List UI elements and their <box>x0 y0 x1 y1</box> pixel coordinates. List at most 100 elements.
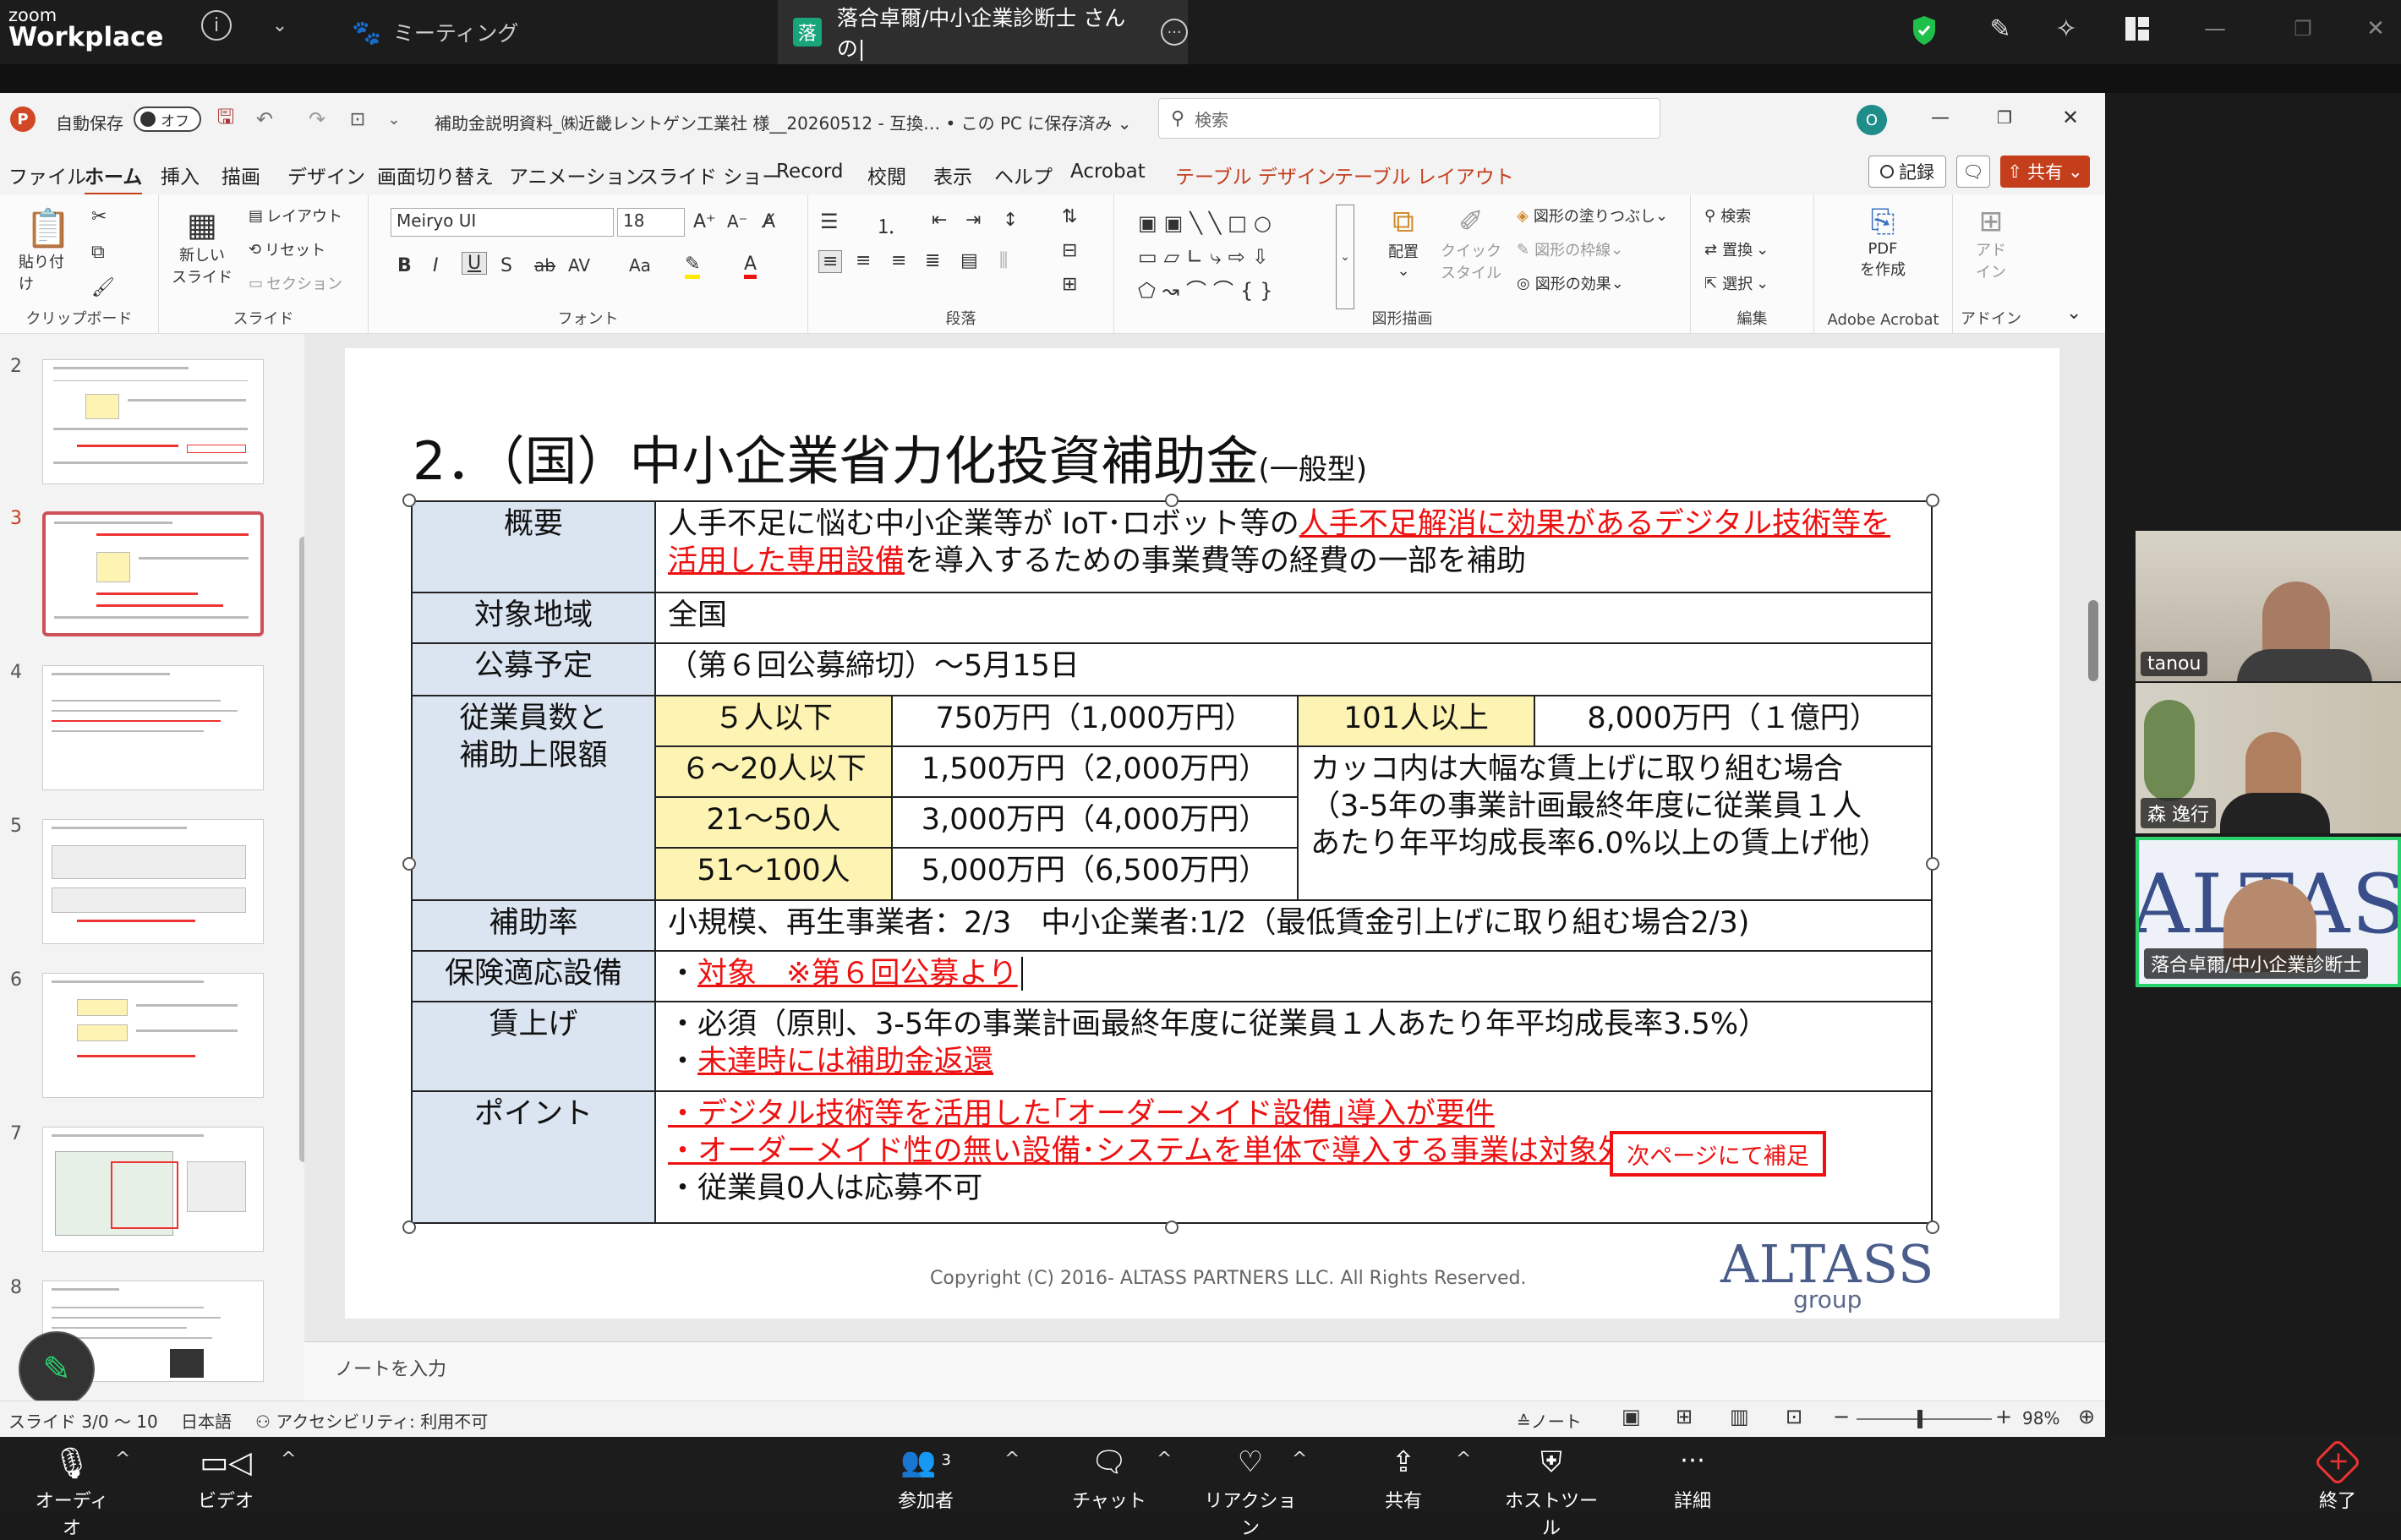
language[interactable]: 日本語 <box>181 1408 232 1433</box>
zoom-level[interactable]: 98% <box>2022 1408 2059 1428</box>
emp-amount-2[interactable]: 1,500万円（2,000万円） <box>891 745 1299 798</box>
autosave-toggle[interactable]: オフ <box>134 106 201 132</box>
emp-label-3[interactable]: 21～50人 <box>654 796 893 849</box>
minimize-icon[interactable]: — <box>2200 14 2230 44</box>
reading-view-icon[interactable]: ▥ <box>1730 1405 1749 1428</box>
video-options-icon[interactable]: ^ <box>281 1449 296 1470</box>
comment-icon[interactable]: 🗨 <box>1956 156 1990 188</box>
customize-qat-icon[interactable]: ⌄ <box>386 106 402 132</box>
ribbon-collapse-icon[interactable]: ⌄ <box>2066 303 2081 324</box>
slide-thumbnail-4[interactable] <box>42 665 264 790</box>
strike-icon[interactable]: ab <box>534 255 555 276</box>
shape-outline-button[interactable]: ✎ 図形の枠線 ⌄ <box>1517 238 1623 260</box>
tab-review[interactable]: 校閲 <box>867 161 906 189</box>
pen-icon[interactable]: ✎ <box>1983 12 2017 46</box>
resize-handle[interactable] <box>402 1221 416 1234</box>
underline-icon[interactable]: U <box>462 252 488 275</box>
reactions-options-icon[interactable]: ^ <box>1292 1449 1307 1470</box>
font-size-select[interactable]: 18 <box>617 208 685 237</box>
emp-amount-4[interactable]: 5,000万円（6,500万円） <box>891 847 1299 901</box>
emp-label-4[interactable]: 51～100人 <box>654 847 893 901</box>
undo-icon[interactable]: ↶ <box>252 106 277 132</box>
wage-cell[interactable]: ・必須（原則、3-5年の事業計画最終年度に従業員１人あたり年平均成長率3.5%）… <box>654 1001 1933 1092</box>
tab-insert[interactable]: 挿入 <box>161 161 200 189</box>
bullets-icon[interactable]: ☰ <box>820 210 839 233</box>
addin-button[interactable]: ⊞ アド イン <box>1968 205 2014 282</box>
annotate-pen-button[interactable]: ✎ <box>19 1331 95 1407</box>
format-painter-icon[interactable]: 🖌 <box>91 277 115 298</box>
user-avatar[interactable]: O <box>1857 105 1887 135</box>
slide-thumbnail-5[interactable] <box>42 819 264 944</box>
fit-slide-icon[interactable]: ⊕ <box>2078 1405 2095 1428</box>
paste-button[interactable]: 📋 貼り付け <box>19 206 78 294</box>
section-button[interactable]: ▭ セクション <box>249 272 342 294</box>
zoom-out-icon[interactable]: − <box>1833 1405 1850 1428</box>
normal-view-icon[interactable]: ▣ <box>1622 1405 1641 1428</box>
align-left-icon[interactable]: ≡ <box>818 250 843 273</box>
decrease-indent-icon[interactable]: ⇤ <box>932 210 947 231</box>
layout-button[interactable]: ▤ レイアウト <box>249 205 342 227</box>
participant-video[interactable]: tanou <box>2136 531 2401 681</box>
slide-sorter-icon[interactable]: ⊞ <box>1676 1405 1693 1428</box>
tab-table-layout[interactable]: テーブル レイアウト <box>1334 161 1514 189</box>
tab-acrobat[interactable]: Acrobat <box>1070 161 1146 183</box>
share-screen-button[interactable]: ⇪ 共有 <box>1361 1437 1446 1512</box>
slide-thumbnail-3[interactable] <box>42 511 264 636</box>
change-case-icon[interactable]: Aa <box>629 255 651 276</box>
increase-indent-icon[interactable]: ⇥ <box>965 210 981 231</box>
zoom-slider-thumb[interactable] <box>1917 1410 1922 1428</box>
emp-amount-1[interactable]: 750万円（1,000万円） <box>891 695 1299 747</box>
shapes-gallery[interactable]: ▣▣╲╲□○ ▭▱∟⤷⇨⇩ ⬠↝⌒⌒{} <box>1138 206 1339 308</box>
record-button[interactable]: 記録 <box>1868 156 1946 188</box>
quick-style-button[interactable]: ✐ クイック スタイル <box>1437 205 1505 283</box>
emp-label-1[interactable]: ５人以下 <box>654 695 893 747</box>
schedule-cell[interactable]: （第６回公募締切）～5月15日 <box>654 642 1933 696</box>
subsidy-table[interactable]: 概要 人手不足に悩む中小企業等が IoT･ロボット等の人手不足解消に効果があるデ… <box>411 500 1933 1224</box>
find-button[interactable]: ⚲ 検索 <box>1704 205 1751 227</box>
canvas-scrollbar[interactable] <box>2088 600 2098 681</box>
resize-handle[interactable] <box>1926 857 1939 871</box>
tab-table-design[interactable]: テーブル デザイン <box>1175 161 1336 189</box>
share-screen-tab[interactable]: 落 落合卓爾/中小企業診断士 さんの| ··· <box>778 0 1188 64</box>
save-icon[interactable]: 🖫 <box>213 105 238 132</box>
slide-thumbnail-7[interactable] <box>42 1127 264 1252</box>
host-tools-button[interactable]: ⛨ ホストツール <box>1496 1437 1606 1539</box>
sparkle-icon[interactable]: ✧ <box>2049 12 2083 46</box>
clear-format-icon[interactable]: A̸ <box>763 211 775 232</box>
shape-fill-button[interactable]: ◈ 図形の塗りつぶし ⌄ <box>1517 205 1668 227</box>
restore-icon[interactable]: ❐ <box>2288 14 2318 44</box>
search-box[interactable]: ⚲ 検索 <box>1158 98 1660 139</box>
tab-home[interactable]: ホーム <box>85 161 143 196</box>
emp-label-big[interactable]: 101人以上 <box>1297 695 1535 747</box>
layout-icon[interactable] <box>2122 14 2152 44</box>
reactions-button[interactable]: ♡ リアクション <box>1195 1437 1305 1539</box>
smartart-icon[interactable]: ⊞ <box>1062 274 1077 295</box>
insurance-cell[interactable]: ・対象 ※第６回公募より <box>654 950 1933 1002</box>
more-icon[interactable]: ··· <box>1161 19 1188 46</box>
audio-button[interactable]: 🎙 オーディオ <box>34 1437 110 1539</box>
overview-cell[interactable]: 人手不足に悩む中小企業等が IoT･ロボット等の人手不足解消に効果があるデジタル… <box>654 500 1933 593</box>
next-page-note[interactable]: 次ページにて補足 <box>1610 1131 1826 1177</box>
resize-handle[interactable] <box>1165 1221 1179 1234</box>
create-pdf-button[interactable]: ⎘ PDF を作成 <box>1853 205 1912 280</box>
align-center-icon[interactable]: ≡ <box>856 250 871 271</box>
numbering-icon[interactable]: ⒈ <box>876 210 896 239</box>
tab-slideshow[interactable]: スライド ショー <box>639 161 781 189</box>
cut-icon[interactable]: ✂ <box>91 206 107 227</box>
italic-icon[interactable]: I <box>433 255 439 276</box>
reset-button[interactable]: ⟲ リセット <box>249 238 325 260</box>
more-button[interactable]: ⋯ 詳細 <box>1657 1437 1728 1512</box>
emp-label-2[interactable]: ６～20人以下 <box>654 745 893 798</box>
replace-button[interactable]: ⇄ 置換 ⌄ <box>1704 238 1769 260</box>
close-icon[interactable]: ✕ <box>2360 14 2391 44</box>
highlight-icon[interactable]: ✎ <box>685 254 701 279</box>
tab-design[interactable]: デザイン <box>287 161 365 189</box>
emp-amount-3[interactable]: 3,000万円（4,000万円） <box>891 796 1299 849</box>
char-spacing-icon[interactable]: AV <box>568 255 590 276</box>
zoom-slider[interactable] <box>1857 1418 1992 1420</box>
ppt-close-icon[interactable]: ✕ <box>2058 105 2083 130</box>
region-cell[interactable]: 全国 <box>654 592 1933 644</box>
text-direction-icon[interactable]: ⇅ <box>1062 206 1077 227</box>
new-slide-button[interactable]: ▦ 新しい スライド <box>171 206 233 287</box>
notes-pane[interactable]: ノートを入力 <box>304 1341 2105 1401</box>
